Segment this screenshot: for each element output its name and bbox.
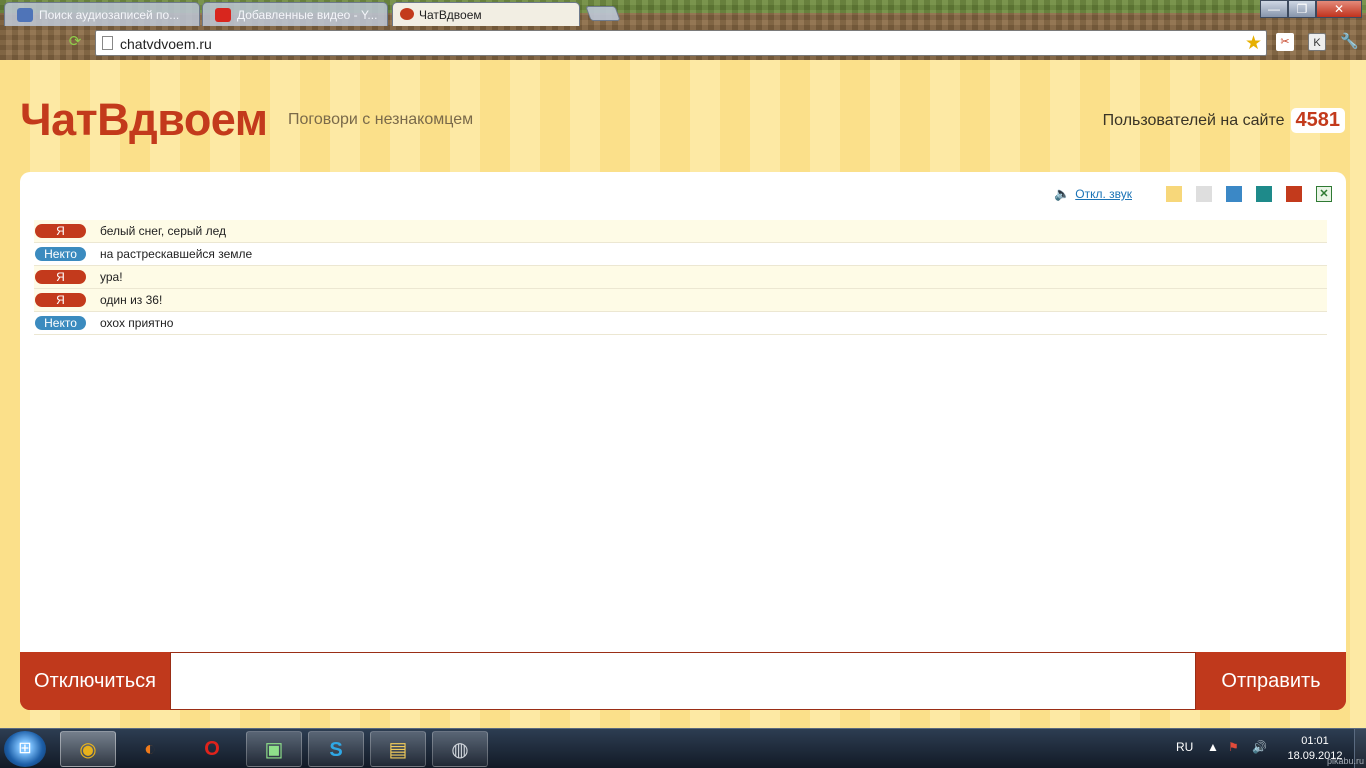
start-button[interactable]: ⊞ — [4, 731, 46, 767]
reload-icon[interactable]: ⟳ — [64, 31, 86, 53]
close-chat-icon[interactable]: ✕ — [1316, 186, 1332, 202]
input-bar: Отключиться Отправить — [20, 652, 1346, 710]
message-text: ура! — [100, 270, 123, 284]
author-badge: Я — [35, 224, 86, 238]
site-logo[interactable]: ЧатВдвоем — [20, 94, 268, 146]
message-row: Я белый снег, серый лед — [34, 220, 1327, 243]
author-badge: Некто — [35, 247, 86, 261]
language-indicator[interactable]: RU — [1176, 740, 1193, 754]
browser-toolbar: ⟳ chatvdvoem.ru ★ ✂ K 🔧 — [0, 26, 1366, 60]
speaker-app-icon[interactable]: ◍ — [432, 731, 488, 767]
watermark: pikabu.ru — [1326, 756, 1364, 766]
show-hidden-icons-icon[interactable]: ▲ — [1207, 740, 1219, 754]
wrench-icon[interactable]: 🔧 — [1340, 33, 1359, 51]
message-list: Я белый снег, серый лед Некто на растрес… — [34, 220, 1327, 335]
site-tagline: Поговори с незнакомцем — [288, 111, 474, 128]
address-url: chatvdvoem.ru — [120, 36, 212, 52]
message-row: Некто на растрескавшейся земле — [34, 243, 1327, 266]
explorer-icon[interactable]: ▤ — [370, 731, 426, 767]
theme-yellow-swatch[interactable] — [1166, 186, 1182, 202]
tab-chatvdvoem[interactable]: ЧатВдвоем — [392, 2, 580, 26]
clock-time: 01:01 — [1301, 735, 1329, 747]
speaker-icon: 🔈 — [1054, 186, 1071, 201]
theme-teal-swatch[interactable] — [1256, 186, 1272, 202]
users-online: Пользователей на сайте 4581 — [1103, 108, 1345, 133]
page: ЧатВдвоем Поговори с незнакомцем Пользов… — [0, 60, 1366, 728]
author-badge: Я — [35, 293, 86, 307]
firefox-icon[interactable]: ◐ — [122, 731, 178, 767]
browser-chrome: Поиск аудиозаписей по... Добавленные вид… — [0, 0, 1366, 60]
maximize-button[interactable]: ❐ — [1288, 0, 1316, 18]
tab-title: ЧатВдвоем — [419, 8, 482, 22]
theme-blue-swatch[interactable] — [1226, 186, 1242, 202]
youtube-icon — [215, 8, 231, 22]
users-online-label: Пользователей на сайте — [1102, 111, 1285, 129]
tab-title: Добавленные видео - Y... — [237, 8, 378, 22]
volume-icon[interactable]: 🔊 — [1252, 740, 1267, 754]
k-extension-icon[interactable]: K — [1308, 33, 1326, 51]
author-badge: Я — [35, 270, 86, 284]
send-button[interactable]: Отправить — [1196, 652, 1346, 710]
message-input[interactable] — [170, 652, 1196, 710]
tab-audio-search[interactable]: Поиск аудиозаписей по... — [4, 2, 200, 26]
chat-box: 🔈 Откл. звук ✕ Я белый снег, серый лед Н… — [20, 172, 1346, 710]
chat-controls: 🔈 Откл. звук ✕ — [1054, 186, 1332, 202]
message-text: белый снег, серый лед — [100, 224, 226, 238]
tab-title: Поиск аудиозаписей по... — [39, 8, 180, 22]
chat-favicon-icon — [400, 8, 414, 20]
theme-gray-swatch[interactable] — [1196, 186, 1212, 202]
users-online-count: 4581 — [1290, 108, 1345, 133]
cut-icon[interactable]: ✂ — [1276, 33, 1294, 51]
message-text: один из 36! — [100, 293, 163, 307]
message-text: охох приятно — [100, 316, 174, 330]
new-tab-button[interactable] — [585, 6, 621, 21]
tab-youtube[interactable]: Добавленные видео - Y... — [202, 2, 388, 26]
bookmark-star-icon[interactable]: ★ — [1245, 32, 1262, 55]
disconnect-button[interactable]: Отключиться — [20, 652, 170, 710]
vk-audio-icon — [17, 8, 33, 22]
close-window-button[interactable]: ✕ — [1316, 0, 1362, 18]
network-warning-icon[interactable]: ⚑ — [1228, 740, 1239, 754]
minimize-button[interactable]: — — [1260, 0, 1288, 18]
message-text: на растрескавшейся земле — [100, 247, 253, 261]
message-row: Я один из 36! — [34, 289, 1327, 312]
task-manager-icon[interactable]: ▣ — [246, 731, 302, 767]
mute-sound-link[interactable]: Откл. звук — [1075, 187, 1132, 201]
page-icon — [102, 36, 113, 50]
chrome-icon[interactable]: ◉ — [60, 731, 116, 767]
theme-red-swatch[interactable] — [1286, 186, 1302, 202]
tab-strip: Поиск аудиозаписей по... Добавленные вид… — [0, 0, 1366, 26]
address-bar[interactable]: chatvdvoem.ru ★ — [95, 30, 1267, 56]
author-badge: Некто — [35, 316, 86, 330]
message-row: Я ура! — [34, 266, 1327, 289]
opera-icon[interactable]: O — [184, 731, 240, 767]
skype-icon[interactable]: S — [308, 731, 364, 767]
windows-taskbar: ⊞ ◉ ◐ O ▣ S ▤ ◍ RU ▲ ⚑ 🔊 01:01 18.09.201… — [0, 728, 1366, 768]
message-row: Некто охох приятно — [34, 312, 1327, 335]
